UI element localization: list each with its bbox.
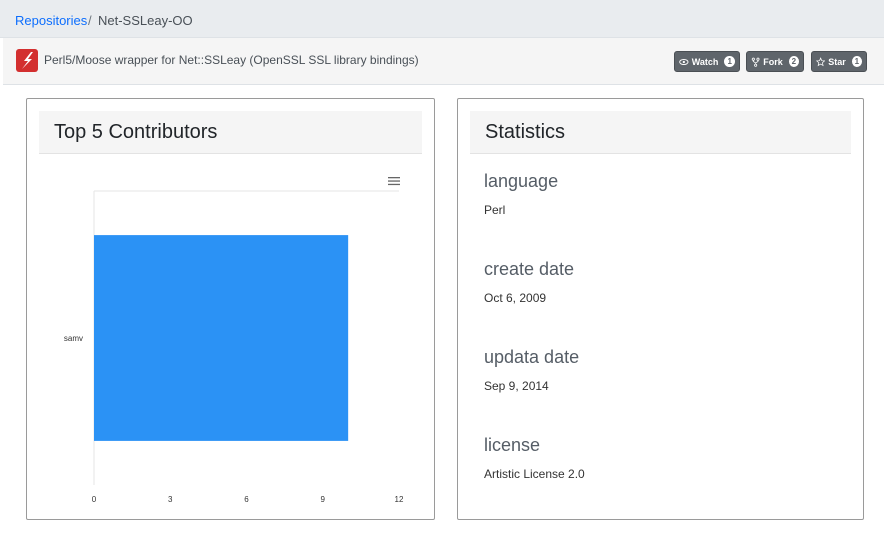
x-tick-label-9: 9 [321,495,326,504]
x-tick-label-3: 3 [168,495,173,504]
star-icon [816,56,826,66]
contributors-bar-chart: samv 0 3 6 9 12 [64,190,404,504]
contributors-title: Top 5 Contributors [54,121,218,143]
bar-samv [94,235,349,441]
fork-count: 2 [788,56,799,67]
x-tick-label-6: 6 [244,495,249,504]
breadcrumb: Repositories / Net-SSLeay-OO [0,0,884,38]
star-button[interactable]: Star 1 [811,51,867,72]
watch-count: 1 [724,56,735,67]
fork-icon [751,57,760,67]
stat-language-label: language [484,171,559,191]
perl-logo-icon [16,49,38,72]
stat-create-date-label: create date [484,259,575,279]
stat-license-label: license [484,435,541,455]
statistics-title: Statistics [485,121,566,143]
eye-icon [679,58,689,65]
breadcrumb-repositories-link[interactable]: Repositories [15,13,87,28]
stat-update-date-value: Sep 9, 2014 [484,379,549,393]
stat-language-value: Perl [484,203,506,217]
x-tick-label-12: 12 [395,495,404,504]
repo-header: Perl5/Moose wrapper for Net::SSLeay (Ope… [3,38,884,85]
stat-create-date-value: Oct 6, 2009 [484,291,547,305]
x-tick-label-0: 0 [92,495,97,504]
statistics-card: Statistics language Perl create date Oct… [457,98,864,520]
star-count: 1 [851,56,862,67]
fork-label: Fork [763,56,783,67]
breadcrumb-current: Net-SSLeay-OO [98,13,193,28]
fork-button[interactable]: Fork 2 [746,51,804,72]
statistics-card-header: Statistics [470,111,851,154]
stat-update-date-label: updata date [484,347,580,367]
contributors-card: Top 5 Contributors samv 0 3 6 9 12 [26,98,435,520]
watch-button[interactable]: Watch 1 [674,51,740,72]
contributors-card-header: Top 5 Contributors [39,111,422,154]
stat-license-value: Artistic License 2.0 [484,467,585,481]
breadcrumb-separator: / [88,13,92,28]
watch-label: Watch [691,56,719,67]
category-label-samv: samv [64,334,83,343]
star-label: Star [828,56,846,67]
repo-description: Perl5/Moose wrapper for Net::SSLeay (Ope… [44,53,419,67]
